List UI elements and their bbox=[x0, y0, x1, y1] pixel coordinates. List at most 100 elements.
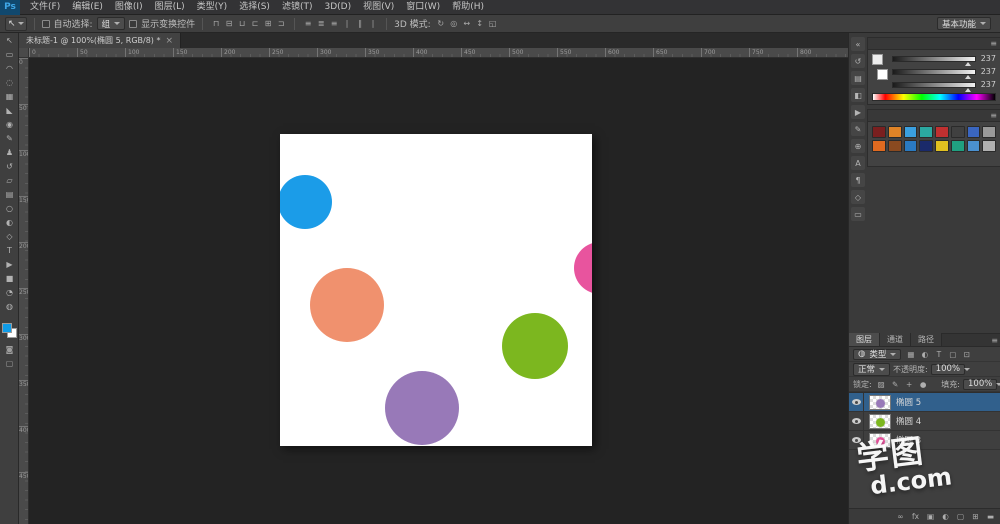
distribute-vertical-centers-icon[interactable]: ≣ bbox=[315, 18, 327, 30]
panel-menu-icon[interactable]: ≡ bbox=[990, 111, 997, 121]
history-panel-icon[interactable]: ↺ bbox=[851, 54, 865, 68]
menu-item-8[interactable]: 3D(D) bbox=[318, 0, 357, 15]
ellipse-5-purple[interactable] bbox=[385, 371, 459, 445]
color-slider-b[interactable] bbox=[892, 82, 976, 88]
rectangle-tool[interactable]: ■ bbox=[0, 271, 19, 285]
vertical-ruler[interactable]: 050100150200250300350400450 bbox=[19, 58, 29, 524]
menu-item-5[interactable]: 类型(Y) bbox=[191, 0, 234, 15]
brush-tool[interactable]: ✎ bbox=[0, 131, 19, 145]
brush-panel-icon[interactable]: ✎ bbox=[851, 122, 865, 136]
quick-mask-mode-icon[interactable]: ◙ bbox=[0, 342, 19, 356]
zoom-tool[interactable]: ◍ bbox=[0, 299, 19, 313]
align-horizontal-centers-icon[interactable]: ⊞ bbox=[262, 18, 274, 30]
type-tool[interactable]: T bbox=[0, 243, 19, 257]
align-bottom-edges-icon[interactable]: ⊔ bbox=[236, 18, 248, 30]
canvas-area[interactable] bbox=[29, 58, 848, 524]
style-preset-6[interactable] bbox=[951, 126, 965, 138]
tool-preset-picker[interactable]: ↖ bbox=[5, 17, 27, 31]
ellipse-1-blue[interactable] bbox=[280, 175, 332, 229]
history-brush-tool[interactable]: ↺ bbox=[0, 159, 19, 173]
3d-panel-icon[interactable]: ◇ bbox=[851, 190, 865, 204]
style-preset-2[interactable] bbox=[888, 126, 902, 138]
menu-item-4[interactable]: 图层(L) bbox=[149, 0, 191, 15]
style-preset-10[interactable] bbox=[888, 140, 902, 152]
panel-menu-icon[interactable]: ≡ bbox=[990, 39, 997, 49]
gradient-tool[interactable]: ▤ bbox=[0, 187, 19, 201]
workspace-switcher[interactable]: 基本功能 bbox=[937, 17, 991, 30]
layer-visibility-toggle[interactable] bbox=[849, 412, 864, 431]
3d-rotate-icon[interactable]: ↻ bbox=[435, 18, 447, 30]
close-tab-icon[interactable]: × bbox=[165, 36, 173, 46]
menu-item-9[interactable]: 视图(V) bbox=[357, 0, 400, 15]
slider-thumb-icon[interactable] bbox=[965, 88, 971, 92]
auto-select-dropdown[interactable]: 组 bbox=[97, 17, 126, 30]
style-preset-16[interactable] bbox=[982, 140, 996, 152]
style-preset-7[interactable] bbox=[967, 126, 981, 138]
menu-item-6[interactable]: 选择(S) bbox=[233, 0, 276, 15]
clone-stamp-tool[interactable]: ♟ bbox=[0, 145, 19, 159]
auto-select-checkbox[interactable] bbox=[42, 20, 50, 28]
info-panel-icon[interactable]: ◧ bbox=[851, 88, 865, 102]
layer-row-3[interactable]: 椭圆 3 bbox=[849, 431, 1000, 450]
layer-visibility-toggle[interactable] bbox=[849, 393, 864, 412]
clone-source-panel-icon[interactable]: ⊕ bbox=[851, 139, 865, 153]
style-preset-5[interactable] bbox=[935, 126, 949, 138]
crop-tool[interactable]: ▦ bbox=[0, 89, 19, 103]
character-panel-icon[interactable]: A bbox=[851, 156, 865, 170]
color-slider-g[interactable] bbox=[892, 69, 976, 75]
panel-menu-icon[interactable]: ≡ bbox=[991, 336, 1000, 346]
align-vertical-centers-icon[interactable]: ⊟ bbox=[223, 18, 235, 30]
link-layers-icon[interactable]: ∞ bbox=[894, 511, 907, 523]
align-left-edges-icon[interactable]: ⊏ bbox=[249, 18, 261, 30]
screen-mode-icon[interactable]: ▢ bbox=[0, 356, 19, 370]
foreground-background-colors[interactable] bbox=[2, 323, 17, 338]
menu-item-1[interactable]: 文件(F) bbox=[24, 0, 66, 15]
hand-tool[interactable]: ◔ bbox=[0, 285, 19, 299]
style-preset-9[interactable] bbox=[872, 140, 886, 152]
style-preset-8[interactable] bbox=[982, 126, 996, 138]
dodge-tool[interactable]: ◐ bbox=[0, 215, 19, 229]
style-preset-14[interactable] bbox=[951, 140, 965, 152]
3d-scale-icon[interactable]: ◱ bbox=[487, 18, 499, 30]
layer-style-icon[interactable]: fx bbox=[909, 511, 922, 523]
actions-panel-icon[interactable]: ▶ bbox=[851, 105, 865, 119]
layer-filter-type-dropdown[interactable]: ◍ 类型 bbox=[853, 349, 901, 360]
show-transform-controls-checkbox[interactable] bbox=[129, 20, 137, 28]
layers-panel-tab-1[interactable]: 图层 bbox=[849, 333, 880, 346]
new-group-icon[interactable]: ▢ bbox=[954, 511, 967, 523]
lock-transparency-icon[interactable]: ▨ bbox=[875, 378, 888, 390]
expand-panels-icon[interactable]: « bbox=[851, 37, 865, 51]
lock-all-icon[interactable]: ● bbox=[917, 378, 930, 390]
fill-value-dropdown[interactable]: 100% bbox=[963, 379, 997, 390]
lock-position-icon[interactable]: + bbox=[903, 378, 916, 390]
3d-pan-icon[interactable]: ↔ bbox=[461, 18, 473, 30]
distribute-right-edges-icon[interactable]: ∣ bbox=[367, 18, 379, 30]
move-tool[interactable]: ↖ bbox=[0, 33, 19, 47]
add-layer-mask-icon[interactable]: ▣ bbox=[924, 511, 937, 523]
horizontal-ruler[interactable]: 0501001502002503003504004505005506006507… bbox=[29, 48, 848, 58]
color-spectrum-ramp[interactable] bbox=[872, 93, 996, 101]
style-preset-13[interactable] bbox=[935, 140, 949, 152]
menu-item-2[interactable]: 编辑(E) bbox=[66, 0, 109, 15]
new-layer-icon[interactable]: ⊞ bbox=[969, 511, 982, 523]
style-preset-15[interactable] bbox=[967, 140, 981, 152]
ellipse-3-pink[interactable] bbox=[574, 242, 592, 294]
ellipse-2-salmon[interactable] bbox=[310, 268, 384, 342]
slider-thumb-icon[interactable] bbox=[965, 62, 971, 66]
style-preset-1[interactable] bbox=[872, 126, 886, 138]
filter-type-layers-icon[interactable]: T bbox=[932, 348, 945, 360]
style-preset-3[interactable] bbox=[904, 126, 918, 138]
style-preset-4[interactable] bbox=[919, 126, 933, 138]
color-panel-swatches[interactable] bbox=[872, 54, 888, 80]
ellipse-4-green[interactable] bbox=[502, 313, 568, 379]
foreground-color-swatch[interactable] bbox=[872, 54, 883, 65]
lasso-tool[interactable]: ◠ bbox=[0, 61, 19, 75]
filter-adjustment-layers-icon[interactable]: ◐ bbox=[918, 348, 931, 360]
eraser-tool[interactable]: ▱ bbox=[0, 173, 19, 187]
menu-item-7[interactable]: 滤镜(T) bbox=[276, 0, 319, 15]
ruler-origin-corner[interactable] bbox=[19, 48, 29, 58]
filter-pixel-layers-icon[interactable]: ▦ bbox=[904, 348, 917, 360]
blend-mode-dropdown[interactable]: 正常 bbox=[853, 363, 890, 376]
paragraph-panel-icon[interactable]: ¶ bbox=[851, 173, 865, 187]
3d-slide-icon[interactable]: ↕ bbox=[474, 18, 486, 30]
